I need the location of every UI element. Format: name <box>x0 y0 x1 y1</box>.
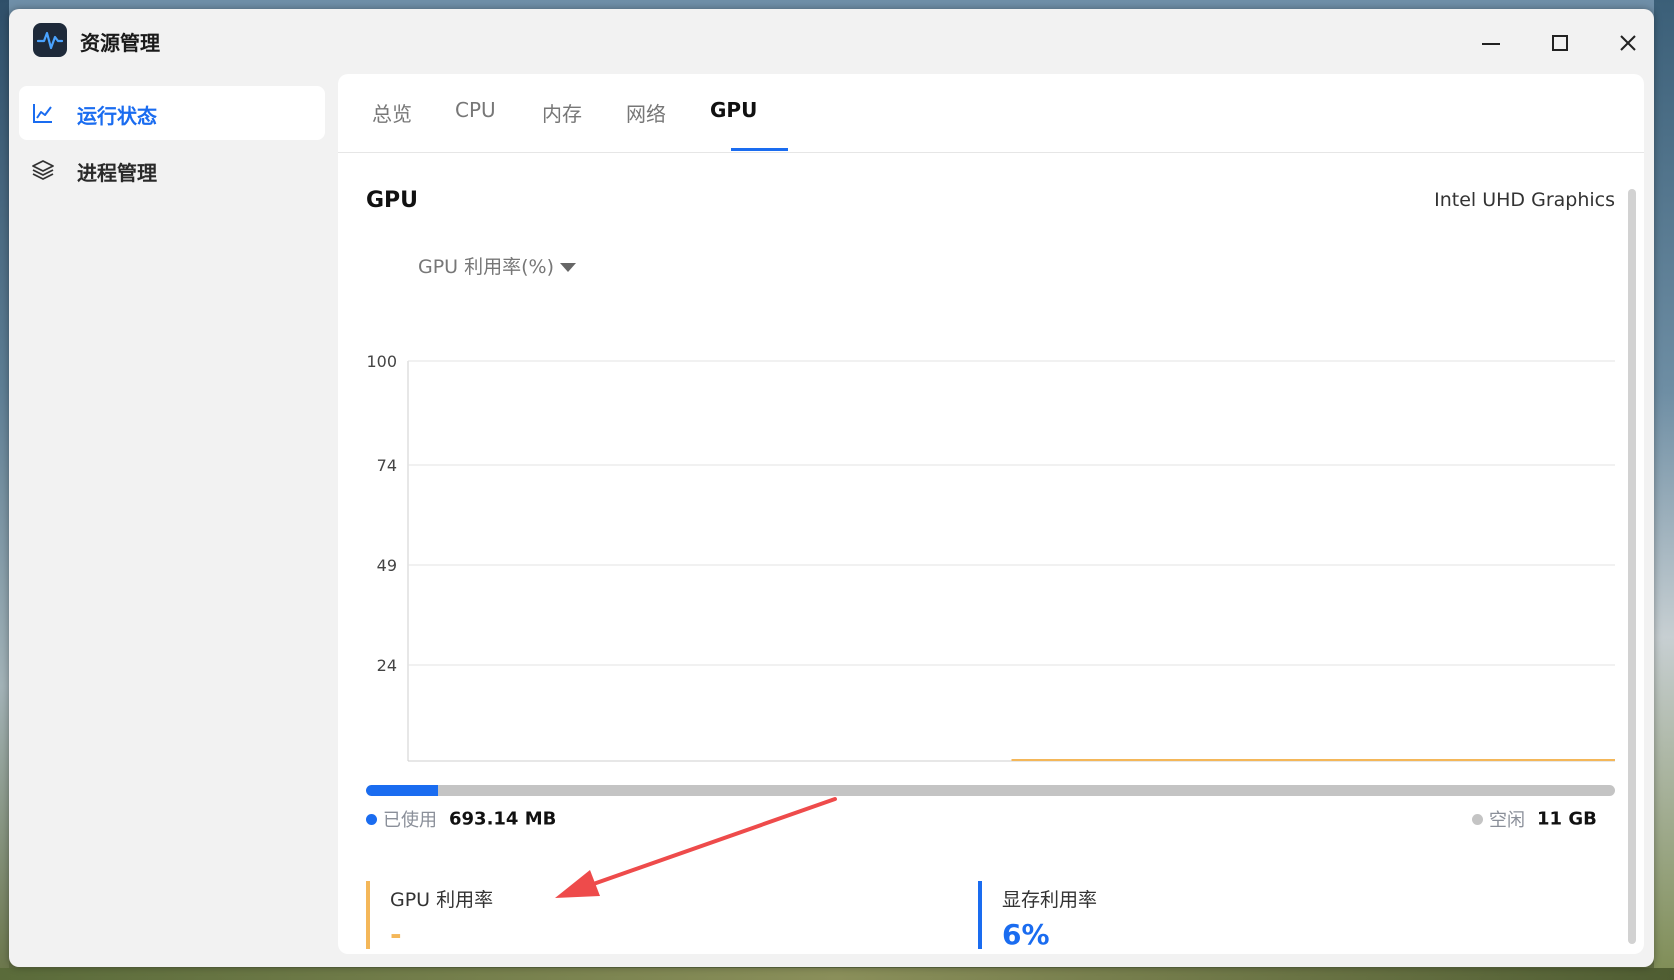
metric-dropdown[interactable]: GPU 利用率(%) <box>418 252 577 279</box>
gpu-model: Intel UHD Graphics <box>1434 189 1615 211</box>
main-panel: 总览 CPU 内存 网络 GPU GPU Intel UHD Graphics … <box>338 74 1644 954</box>
tab-gpu[interactable]: GPU <box>710 98 757 122</box>
section-title: GPU <box>366 188 419 213</box>
caret-down-icon <box>560 263 577 272</box>
y-tick-label: 24 <box>377 656 397 675</box>
sidebar-item-label: 运行状态 <box>77 104 157 128</box>
minimize-button[interactable] <box>1473 25 1509 61</box>
sidebar-item-status[interactable]: 运行状态 <box>19 86 325 140</box>
app-title: 资源管理 <box>80 31 160 55</box>
title-bar[interactable]: 资源管理 <box>9 9 1654 75</box>
resource-manager-window: 资源管理 运行状态 进程管理 总览 CPU 内存 网络 GPU GPU Inte… <box>9 9 1654 967</box>
y-tick-label: 100 <box>366 352 397 371</box>
y-tick-label: 74 <box>377 456 397 475</box>
vram-util-label: 显存利用率 <box>1002 889 1098 911</box>
used-dot-icon <box>366 813 377 825</box>
tab-memory[interactable]: 内存 <box>542 98 582 127</box>
desktop-wallpaper-bottom <box>0 968 1674 980</box>
free-label: 空闲 <box>1489 810 1525 831</box>
maximize-button[interactable] <box>1542 25 1578 61</box>
vram-usage-bar <box>366 785 1615 796</box>
gpu-util-stat: GPU 利用率 - <box>366 881 494 951</box>
used-label: 已使用 <box>383 810 437 831</box>
free-value: 11 GB <box>1537 808 1597 830</box>
gpu-usage-chart: 100 74 49 24 <box>358 279 1618 799</box>
vram-util-value: 6% <box>1002 918 1050 951</box>
used-value: 693.14 MB <box>449 808 557 830</box>
y-tick-label: 49 <box>377 556 397 575</box>
gpu-util-label: GPU 利用率 <box>390 889 494 911</box>
sidebar-item-label: 进程管理 <box>77 161 157 185</box>
maximize-icon <box>1552 35 1568 51</box>
tab-cpu[interactable]: CPU <box>455 98 496 122</box>
layers-icon <box>31 158 55 182</box>
scrollbar[interactable] <box>1628 189 1636 944</box>
minimize-icon <box>1482 43 1500 45</box>
close-button[interactable] <box>1610 25 1646 61</box>
legend-used: 已使用 693.14 MB <box>366 806 556 832</box>
sidebar-item-processes[interactable]: 进程管理 <box>19 143 325 197</box>
desktop-wallpaper-right <box>1654 0 1674 980</box>
line-chart-icon <box>31 101 55 125</box>
active-tab-indicator <box>731 148 788 151</box>
tab-overview[interactable]: 总览 <box>372 98 412 127</box>
pulse-icon <box>33 23 67 57</box>
metric-dropdown-value: GPU 利用率(%) <box>418 256 555 278</box>
free-dot-icon <box>1472 813 1483 825</box>
vram-util-stat: 显存利用率 6% <box>978 881 1098 951</box>
sidebar: 运行状态 进程管理 <box>19 86 325 200</box>
desktop-wallpaper-left <box>0 0 9 980</box>
chart-canvas: 100 74 49 24 <box>366 352 1615 762</box>
gpu-util-value: - <box>390 918 402 951</box>
tab-network[interactable]: 网络 <box>626 98 666 127</box>
tab-bar: 总览 CPU 内存 网络 GPU <box>338 74 1644 153</box>
legend-free: 空闲 11 GB <box>1472 806 1597 832</box>
close-icon <box>1620 35 1636 51</box>
vram-usage-fill <box>366 785 439 796</box>
